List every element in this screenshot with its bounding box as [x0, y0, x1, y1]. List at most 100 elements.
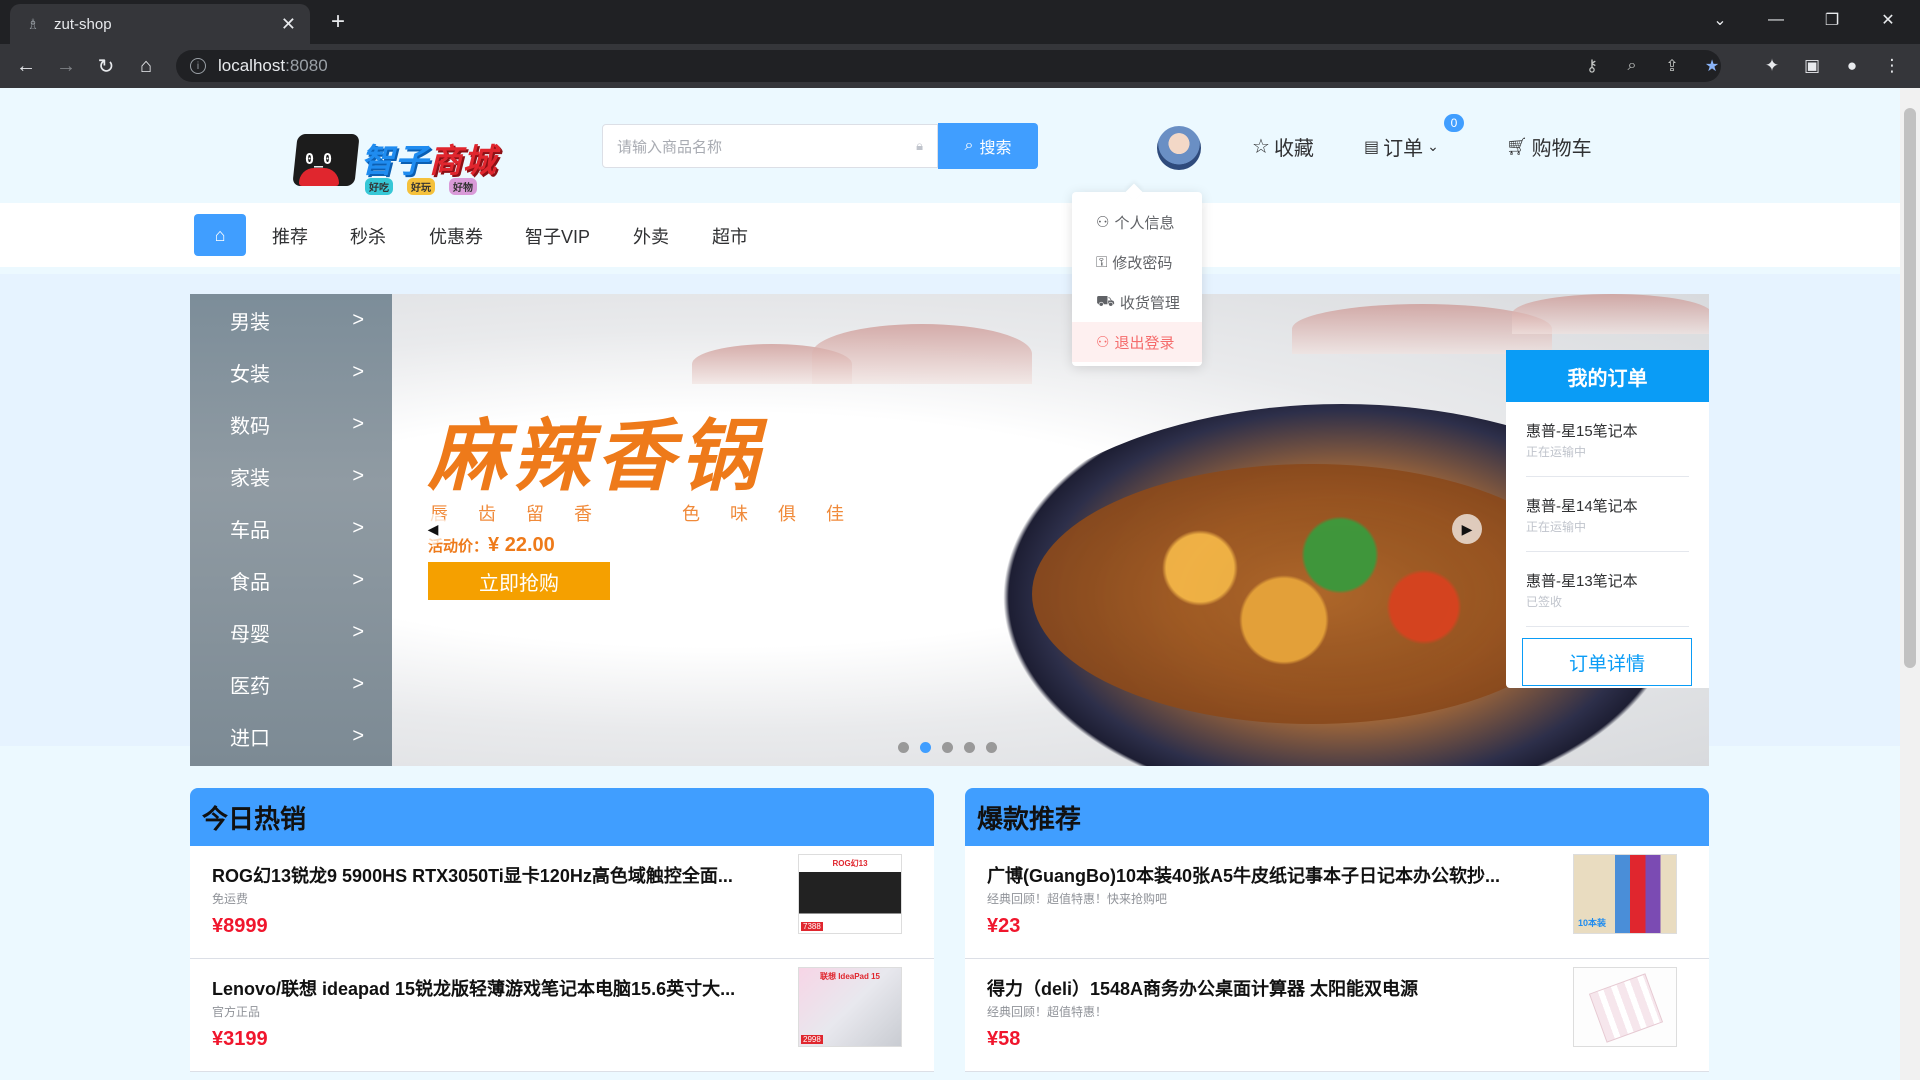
product-item[interactable]: 得力（deli）1548A商务办公桌面计算器 太阳能双电源 经典回顾！超值特惠！… [965, 959, 1709, 1072]
product-item[interactable]: ROG幻13锐龙9 5900HS RTX3050Ti显卡120Hz高色域触控全面… [190, 846, 934, 959]
home-icon[interactable]: ⌂ [130, 50, 162, 82]
password-key-icon[interactable]: ⚷ [1576, 50, 1608, 82]
category-menu: 男装 > 女装 > 数码 > 家装 > 车品 > 食品 > 母婴 > 医药 > 进口 > [190, 294, 392, 766]
promo-subtitle: 唇齿留香 色味俱佳 [430, 504, 874, 524]
cart-icon: 🛒︎ [1506, 136, 1528, 156]
product-item[interactable]: Lenovo/联想 ideapad 15锐龙版轻薄游戏笔记本电脑15.6英寸大.… [190, 959, 934, 1072]
search-button[interactable]: ⌕ 搜索 [938, 123, 1038, 169]
carousel-dot[interactable] [898, 742, 909, 753]
home-button[interactable]: ⌂ [194, 214, 246, 256]
nav-item-flash-sale[interactable]: 秒杀 [350, 223, 386, 249]
hot-today-panel: 今日热销 ROG幻13锐龙9 5900HS RTX3050Ti显卡120Hz高色… [190, 788, 934, 1080]
recommend-title: 爆款推荐 [965, 788, 1709, 846]
nav-item-takeout[interactable]: 外卖 [633, 223, 669, 249]
category-item[interactable]: 食品 > [190, 554, 392, 606]
order-item[interactable]: 惠普-星15笔记本 正在运输中 [1526, 402, 1689, 477]
share-icon[interactable]: ⇪ [1656, 50, 1688, 82]
star-outline-icon: ☆ [1252, 136, 1270, 158]
main-nav: ⌂ 推荐 秒杀 优惠券 智子VIP 外卖 超市 [0, 203, 1900, 267]
menu-item-profile[interactable]: ⚇ 个人信息 [1072, 202, 1202, 242]
category-item[interactable]: 数码 > [190, 398, 392, 450]
promo-price: 活动价：¥ 22.00 [428, 534, 555, 556]
product-item[interactable]: 广博(GuangBo)10本装40张A5牛皮纸记事本子日记本办公软抄... 经典… [965, 846, 1709, 959]
tab-favicon-icon: ♗ [26, 15, 40, 32]
browser-toolbar: ← → ↻ ⌂ i localhost :8080 ⚷ ⌕ ⇪ ★ ✦ ▣ ● … [0, 44, 1920, 88]
reload-icon[interactable]: ↻ [90, 50, 122, 82]
restore-icon[interactable]: ❐ [1804, 0, 1860, 40]
url-host: localhost [218, 56, 286, 75]
carousel-dot[interactable] [964, 742, 975, 753]
carousel-dot[interactable] [986, 742, 997, 753]
nav-item-recommend[interactable]: 推荐 [272, 223, 308, 249]
page-scrollbar[interactable] [1900, 88, 1920, 1080]
product-thumbnail: 联想 IdeaPad 15 2998 [798, 967, 902, 1047]
address-bar[interactable]: i localhost :8080 ⚷ ⌕ ⇪ ★ [176, 50, 1721, 82]
profile-icon[interactable]: ● [1836, 50, 1868, 82]
category-item[interactable]: 进口 > [190, 710, 392, 762]
product-thumbnail [1573, 967, 1677, 1047]
my-orders-title: 我的订单 [1506, 350, 1709, 402]
url-port: :8080 [285, 56, 328, 75]
category-item[interactable]: 家装 > [190, 450, 392, 502]
carousel-prev-icon[interactable]: ◀ [418, 514, 448, 544]
carousel-dot[interactable] [920, 742, 931, 753]
avatar[interactable] [1157, 126, 1201, 170]
search-input[interactable]: 请输入商品名称 🔒︎ [602, 124, 938, 168]
scrollbar-thumb[interactable] [1904, 108, 1916, 668]
window-close-icon[interactable]: ✕ [1860, 0, 1916, 40]
user-dropdown-menu: ⚇ 个人信息 ⚿ 修改密码 ⛟ 收货管理 ⚇ 退出登录 [1072, 192, 1202, 366]
user-logout-icon: ⚇ [1096, 334, 1110, 351]
search-icon: ⌕ [964, 137, 974, 154]
nav-item-supermarket[interactable]: 超市 [712, 223, 748, 249]
logo-tags: 好吃 好玩 好物 [365, 178, 477, 195]
menu-item-logout[interactable]: ⚇ 退出登录 [1072, 322, 1202, 362]
forward-icon[interactable]: → [50, 50, 82, 82]
order-item[interactable]: 惠普-星13笔记本 已签收 [1526, 552, 1689, 627]
site-logo[interactable]: 0_0 智子商城 好吃 好玩 好物 [292, 128, 510, 195]
minimize-icon[interactable]: — [1748, 0, 1804, 40]
orders-link[interactable]: ▤ 订单 ⌄ [1364, 132, 1439, 161]
order-item[interactable]: 惠普-星14笔记本 正在运输中 [1526, 477, 1689, 552]
cart-link[interactable]: 🛒︎ 购物车 [1506, 132, 1592, 161]
carousel-dot[interactable] [942, 742, 953, 753]
category-item[interactable]: 女装 > [190, 346, 392, 398]
tab-close-icon[interactable]: ✕ [281, 14, 296, 35]
extensions-icon[interactable]: ✦ [1756, 50, 1788, 82]
tab-title: zut-shop [54, 15, 112, 33]
category-item[interactable]: 男装 > [190, 294, 392, 346]
product-thumbnail: 10本装 [1573, 854, 1677, 934]
orders-count-badge: 0 [1444, 114, 1464, 132]
favorites-link[interactable]: ☆ 收藏 [1252, 132, 1314, 161]
category-item[interactable]: 母婴 > [190, 606, 392, 658]
chevron-down-icon: ⌄ [1427, 138, 1439, 154]
lock-icon: 🔒︎ [916, 138, 923, 153]
side-panel-icon[interactable]: ▣ [1796, 50, 1828, 82]
nav-item-vip[interactable]: 智子VIP [525, 223, 590, 249]
category-item[interactable]: 车品 > [190, 502, 392, 554]
order-details-button[interactable]: 订单详情 [1522, 638, 1692, 686]
back-icon[interactable]: ← [10, 50, 42, 82]
hot-today-title: 今日热销 [190, 788, 934, 846]
calculator-image [1588, 973, 1664, 1043]
zoom-icon[interactable]: ⌕ [1616, 50, 1648, 82]
site-info-icon[interactable]: i [190, 58, 206, 74]
new-tab-icon[interactable]: + [322, 6, 354, 38]
category-item[interactable]: 医药 > [190, 658, 392, 710]
page-content: 0_0 智子商城 好吃 好玩 好物 请输入商品名称 🔒︎ ⌕ 搜索 ☆ 收藏 ▤… [0, 88, 1900, 1080]
truck-icon: ⛟ [1096, 292, 1115, 310]
my-orders-panel: 我的订单 惠普-星15笔记本 正在运输中 惠普-星14笔记本 正在运输中 惠普-… [1506, 350, 1709, 688]
menu-item-address[interactable]: ⛟ 收货管理 [1072, 282, 1202, 322]
menu-item-change-password[interactable]: ⚿ 修改密码 [1072, 242, 1202, 282]
nav-item-coupons[interactable]: 优惠券 [429, 223, 483, 249]
browser-tab[interactable]: ♗ zut-shop ✕ [10, 4, 310, 44]
lock-icon: ⚿ [1096, 253, 1108, 271]
house-icon: ⌂ [214, 224, 226, 245]
carousel-next-icon[interactable]: ▶ [1452, 514, 1482, 544]
tab-search-chevron-icon[interactable]: ⌄ [1692, 0, 1748, 40]
product-thumbnail: ROG幻13 7388 [798, 854, 902, 934]
promo-title: 麻辣香锅 [428, 411, 765, 502]
logo-text: 智子商城 [361, 142, 497, 179]
browser-menu-icon[interactable]: ⋮ [1876, 50, 1908, 82]
buy-now-button[interactable]: 立即抢购 [428, 562, 610, 600]
bookmark-star-icon[interactable]: ★ [1696, 50, 1728, 82]
